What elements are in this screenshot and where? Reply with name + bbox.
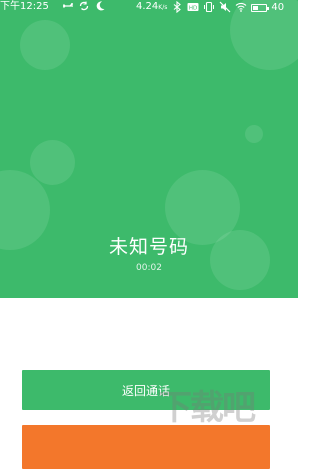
call-duration: 00:02 bbox=[136, 263, 162, 273]
decorative-bubble bbox=[245, 125, 263, 143]
decorative-bubble bbox=[20, 20, 70, 70]
moon-icon bbox=[94, 0, 106, 12]
battery-level: 40 bbox=[271, 1, 285, 13]
hangup-button[interactable] bbox=[22, 425, 270, 469]
network-speed-unit: K/s bbox=[158, 4, 168, 11]
battery-icon bbox=[251, 3, 270, 12]
hd-icon: HD bbox=[187, 1, 199, 13]
usb-icon bbox=[62, 0, 74, 12]
wifi-icon bbox=[235, 1, 247, 13]
caller-name: 未知号码 bbox=[108, 236, 189, 258]
mute-icon bbox=[219, 1, 231, 13]
svg-text:HD: HD bbox=[189, 5, 197, 11]
decorative-bubble bbox=[30, 140, 75, 185]
vibrate-icon bbox=[203, 1, 215, 13]
status-time: 下午12:25 bbox=[0, 1, 49, 12]
return-to-call-label: 返回通话 bbox=[121, 383, 170, 398]
status-bar: 下午12:25 4.24K/s HD 40 bbox=[0, 0, 298, 18]
return-to-call-button[interactable]: 返回通话 bbox=[22, 370, 270, 410]
network-speed: 4.24K/s bbox=[136, 1, 168, 12]
sync-icon bbox=[78, 0, 90, 12]
bluetooth-icon bbox=[171, 1, 183, 13]
